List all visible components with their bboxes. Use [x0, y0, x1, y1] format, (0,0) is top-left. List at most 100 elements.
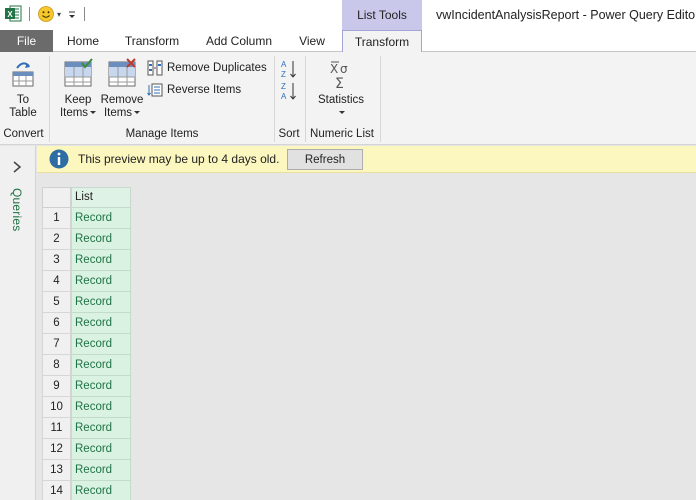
- table-row[interactable]: 12 Record: [42, 439, 131, 460]
- sort-descending-button[interactable]: Z A: [280, 80, 300, 106]
- table-row[interactable]: 13 Record: [42, 460, 131, 481]
- row-number[interactable]: 1: [42, 208, 71, 229]
- svg-text:Σ: Σ: [335, 76, 344, 90]
- smiley-feedback-icon[interactable]: [38, 6, 54, 22]
- remove-duplicates-button[interactable]: Remove Duplicates: [147, 60, 267, 76]
- group-label-numeric-list: Numeric List: [310, 128, 374, 140]
- sort-descending-icon: Z A: [281, 82, 296, 101]
- row-number[interactable]: 7: [42, 334, 71, 355]
- excel-icon[interactable]: X: [5, 5, 22, 22]
- table-row[interactable]: 5 Record: [42, 292, 131, 313]
- table-row[interactable]: 8 Record: [42, 355, 131, 376]
- svg-text:Z: Z: [281, 70, 286, 79]
- qat-separator: [84, 7, 85, 21]
- record-cell[interactable]: Record: [71, 292, 131, 313]
- group-label-convert: Convert: [3, 128, 44, 140]
- to-table-label-line1: To: [16, 94, 30, 106]
- list-tools-context-tab: List Tools: [342, 0, 422, 30]
- record-cell[interactable]: Record: [71, 418, 131, 439]
- row-number[interactable]: 2: [42, 229, 71, 250]
- tab-view[interactable]: View: [290, 30, 334, 52]
- chevron-down-icon: [134, 111, 141, 115]
- table-row[interactable]: 10 Record: [42, 397, 131, 418]
- statistics-icon: X σ Σ: [330, 61, 348, 92]
- svg-text:Z: Z: [281, 82, 286, 91]
- chevron-down-icon: [339, 111, 345, 115]
- to-table-label-line2: Table: [9, 107, 37, 119]
- to-table-icon: [12, 62, 34, 87]
- row-number[interactable]: 11: [42, 418, 71, 439]
- row-number[interactable]: 13: [42, 460, 71, 481]
- record-cell[interactable]: Record: [71, 250, 131, 271]
- record-cell[interactable]: Record: [71, 439, 131, 460]
- record-cell[interactable]: Record: [71, 208, 131, 229]
- record-cell[interactable]: Record: [71, 355, 131, 376]
- row-number[interactable]: 14: [42, 481, 71, 500]
- row-number[interactable]: 12: [42, 439, 71, 460]
- record-cell[interactable]: Record: [71, 313, 131, 334]
- record-cell[interactable]: Record: [71, 334, 131, 355]
- chevron-down-icon: [90, 111, 97, 115]
- table-row[interactable]: 4 Record: [42, 271, 131, 292]
- record-cell[interactable]: Record: [71, 229, 131, 250]
- remove-items-label-line1: Remove: [100, 94, 144, 106]
- table-row[interactable]: 14 Record: [42, 481, 131, 500]
- reverse-items-button[interactable]: Reverse Items: [147, 82, 241, 98]
- statistics-button[interactable]: X σ Σ Statistics: [313, 58, 369, 120]
- column-header-list[interactable]: List: [71, 187, 131, 208]
- table-row[interactable]: 9 Record: [42, 376, 131, 397]
- window-title: vwIncidentAnalysisReport - Power Query E…: [436, 8, 696, 22]
- to-table-button[interactable]: To Table: [4, 58, 42, 120]
- table-row[interactable]: 3 Record: [42, 250, 131, 271]
- queries-pane: Queries: [0, 146, 36, 500]
- row-number[interactable]: 10: [42, 397, 71, 418]
- tab-transform[interactable]: Transform: [117, 30, 187, 52]
- table-row[interactable]: 7 Record: [42, 334, 131, 355]
- preview-message: This preview may be up to 4 days old.: [78, 152, 280, 166]
- table-row[interactable]: 11 Record: [42, 418, 131, 439]
- grid-corner[interactable]: [42, 187, 71, 208]
- sort-ascending-icon: A Z: [281, 60, 296, 79]
- title-bar: X ▾ List Tools vwIncidentAnalysisReport …: [0, 0, 696, 30]
- record-cell[interactable]: Record: [71, 376, 131, 397]
- customize-qat-icon[interactable]: [67, 9, 77, 21]
- table-row[interactable]: 6 Record: [42, 313, 131, 334]
- keep-items-button[interactable]: Keep Items: [58, 58, 98, 120]
- record-cell[interactable]: Record: [71, 460, 131, 481]
- ribbon: To Table Convert Keep Items Remove Items…: [0, 52, 696, 145]
- record-cell[interactable]: Record: [71, 481, 131, 500]
- chevron-right-icon[interactable]: [12, 160, 22, 174]
- tab-list-transform[interactable]: Transform: [342, 30, 422, 53]
- row-number[interactable]: 3: [42, 250, 71, 271]
- svg-text:X: X: [7, 10, 13, 19]
- record-cell[interactable]: Record: [71, 397, 131, 418]
- tab-home[interactable]: Home: [59, 30, 107, 52]
- svg-text:σ: σ: [340, 62, 348, 76]
- table-row[interactable]: 1 Record: [42, 208, 131, 229]
- record-cell[interactable]: Record: [71, 271, 131, 292]
- remove-duplicates-label: Remove Duplicates: [167, 62, 267, 74]
- svg-text:A: A: [281, 60, 287, 69]
- row-number[interactable]: 5: [42, 292, 71, 313]
- qat-separator: [29, 7, 30, 21]
- refresh-button[interactable]: Refresh: [287, 149, 363, 170]
- smiley-dropdown-icon[interactable]: ▾: [57, 10, 61, 19]
- ribbon-tabs: File Home Transform Add Column View Tran…: [0, 30, 696, 53]
- tab-file[interactable]: File: [0, 30, 53, 52]
- keep-items-label-line1: Keep: [64, 94, 92, 106]
- tab-add-column[interactable]: Add Column: [198, 30, 280, 52]
- queries-pane-label[interactable]: Queries: [10, 188, 24, 231]
- keep-items-icon: [64, 58, 93, 87]
- row-number[interactable]: 9: [42, 376, 71, 397]
- info-icon: [49, 149, 69, 169]
- row-number[interactable]: 4: [42, 271, 71, 292]
- reverse-items-label: Reverse Items: [167, 84, 242, 96]
- statistics-label: Statistics: [317, 94, 364, 106]
- remove-items-button[interactable]: Remove Items: [99, 58, 145, 120]
- row-number[interactable]: 6: [42, 313, 71, 334]
- reverse-items-icon: [147, 83, 163, 97]
- row-number[interactable]: 8: [42, 355, 71, 376]
- group-label-sort: Sort: [278, 128, 300, 140]
- remove-items-icon: [108, 58, 136, 87]
- table-row[interactable]: 2 Record: [42, 229, 131, 250]
